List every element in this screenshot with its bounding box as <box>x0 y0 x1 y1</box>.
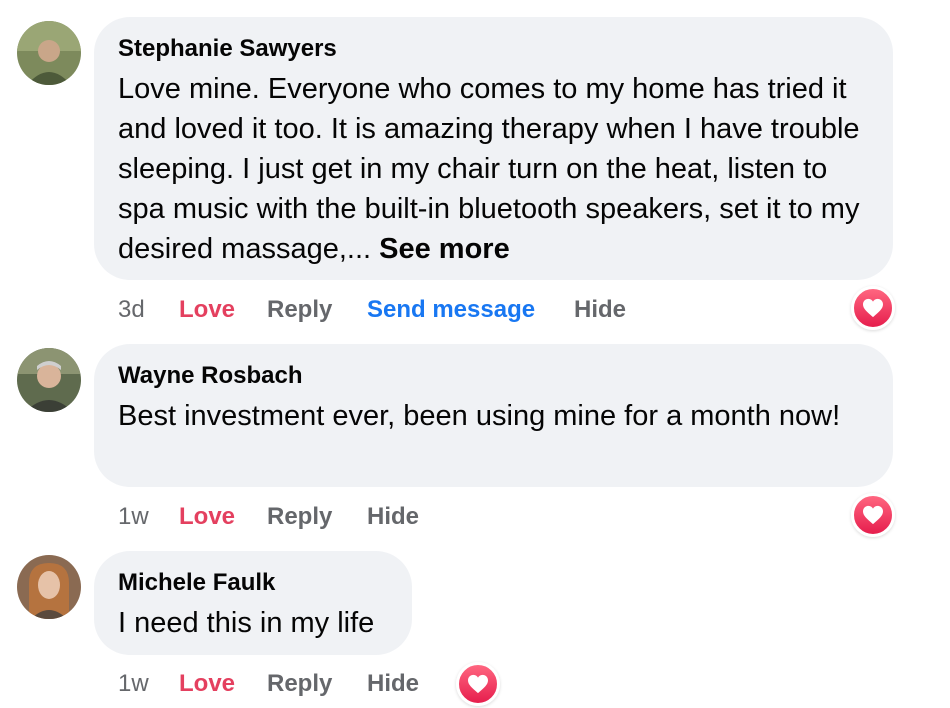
comment-text: I need this in my life <box>118 607 375 639</box>
comment-bubble: Stephanie Sawyers Love mine. Everyone wh… <box>94 17 893 280</box>
comment-text: Love mine. Everyone who comes to my home… <box>118 69 869 269</box>
comment-text: Best investment ever, been using mine fo… <box>118 400 841 432</box>
avatar[interactable] <box>17 21 81 85</box>
love-reaction-icon[interactable] <box>851 493 895 537</box>
comment-bubble: Wayne Rosbach Best investment ever, been… <box>94 344 893 487</box>
hide-button[interactable]: Hide <box>367 669 419 699</box>
avatar[interactable] <box>17 555 81 619</box>
avatar[interactable] <box>17 348 81 412</box>
see-more-link[interactable]: See more <box>379 233 510 265</box>
hide-button[interactable]: Hide <box>367 502 419 532</box>
reply-button[interactable]: Reply <box>267 502 332 532</box>
love-button[interactable]: Love <box>179 502 235 532</box>
send-message-button[interactable]: Send message <box>367 295 535 325</box>
comment-author[interactable]: Michele Faulk <box>118 569 388 597</box>
love-button[interactable]: Love <box>179 295 235 325</box>
hide-button[interactable]: Hide <box>574 295 626 325</box>
love-reaction-icon[interactable] <box>456 662 500 706</box>
reply-button[interactable]: Reply <box>267 295 332 325</box>
comment-bubble: Michele Faulk I need this in my life <box>94 551 412 655</box>
reply-button[interactable]: Reply <box>267 669 332 699</box>
comment-timestamp[interactable]: 1w <box>118 502 149 532</box>
comment-author[interactable]: Stephanie Sawyers <box>118 35 869 63</box>
love-reaction-icon[interactable] <box>851 286 895 330</box>
comment-timestamp[interactable]: 1w <box>118 669 149 699</box>
love-button[interactable]: Love <box>179 669 235 699</box>
comment-author[interactable]: Wayne Rosbach <box>118 362 869 390</box>
comment-timestamp[interactable]: 3d <box>118 295 145 325</box>
